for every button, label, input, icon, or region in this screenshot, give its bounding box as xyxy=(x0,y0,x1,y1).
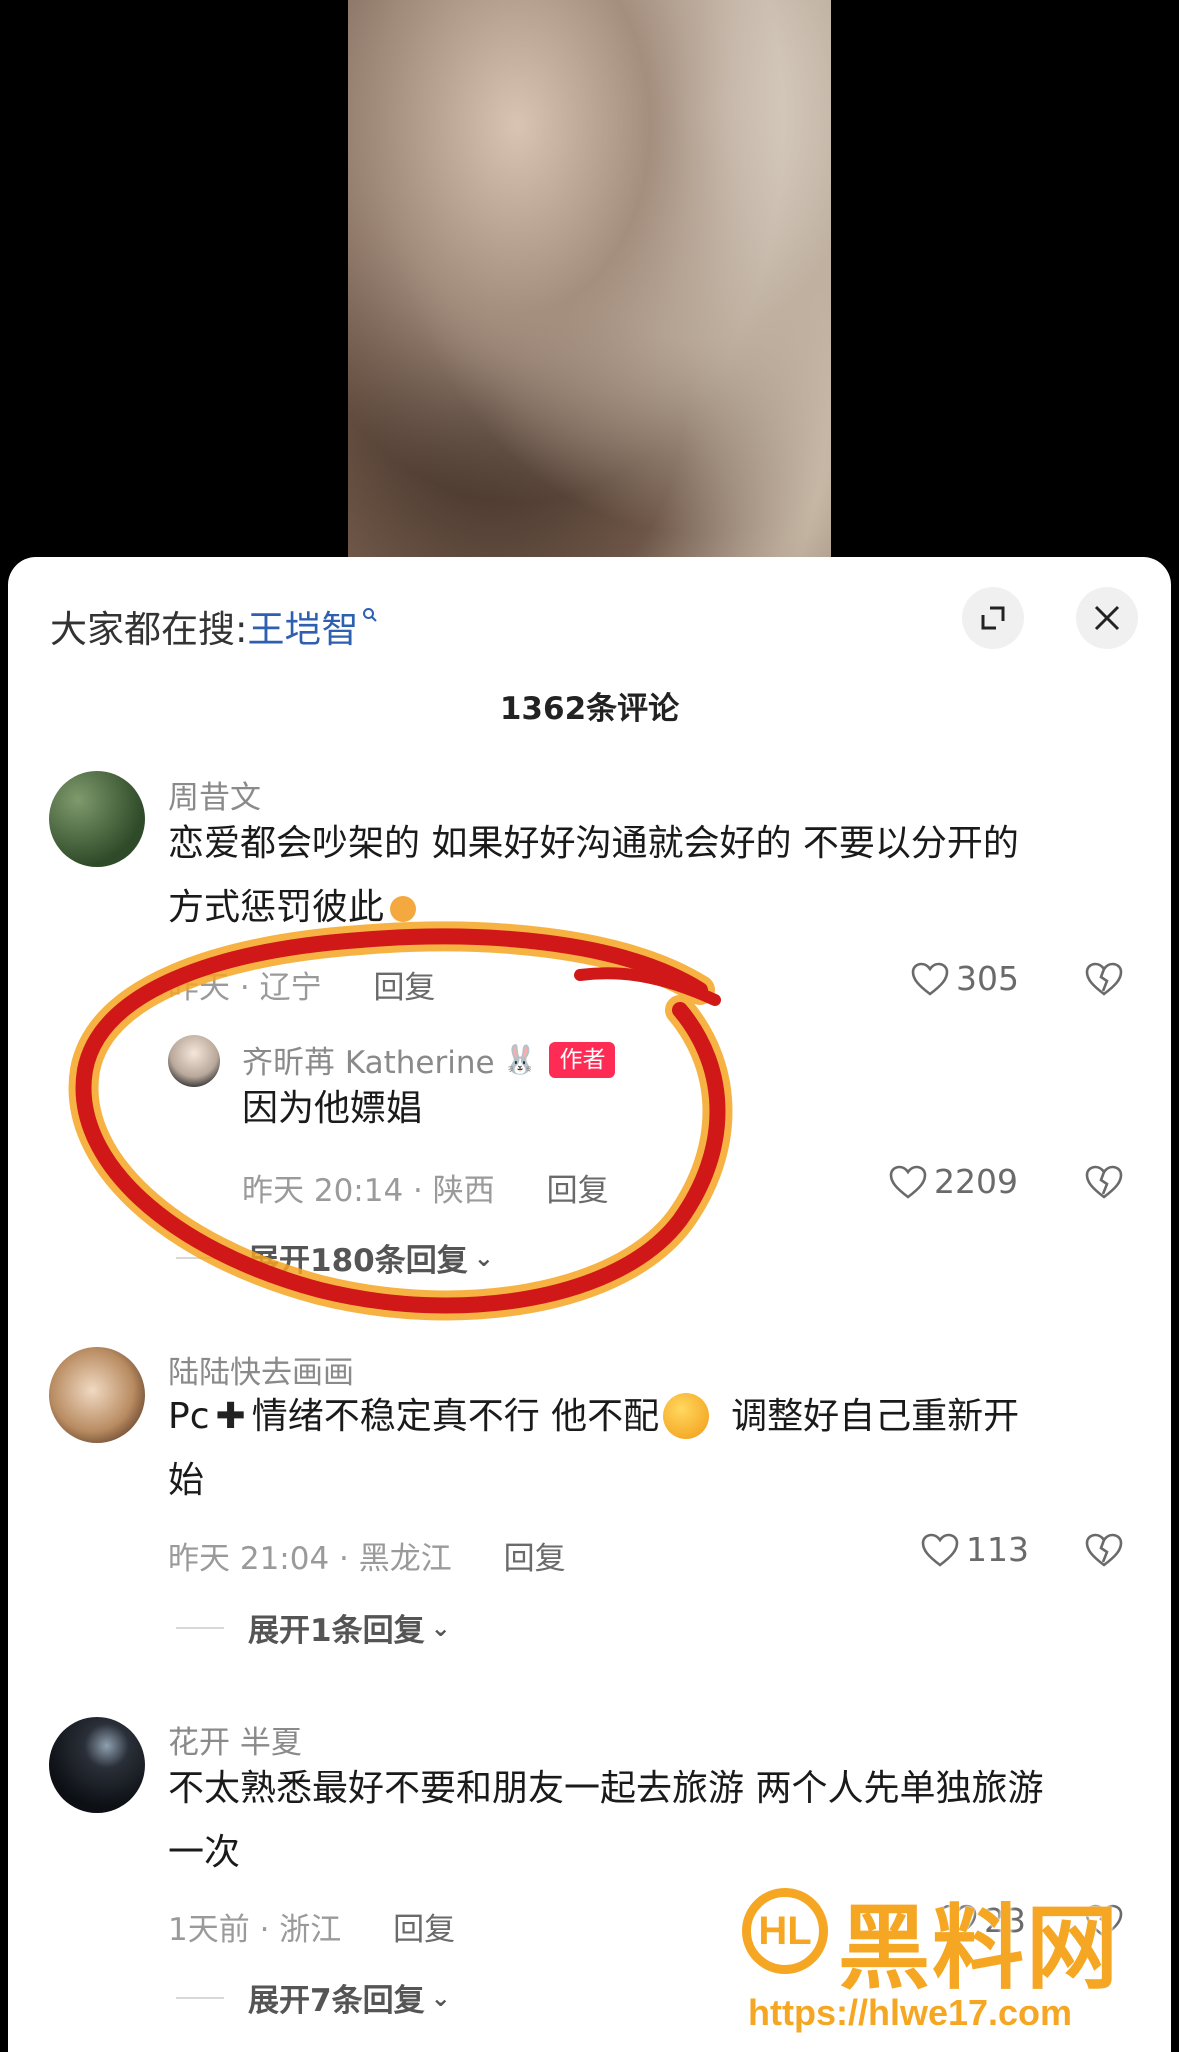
heart-outline-icon xyxy=(911,962,949,996)
comment-username[interactable]: 花开 半夏 xyxy=(168,1717,302,1762)
expand-replies-button[interactable]: 展开1条回复 ⌄ xyxy=(176,1605,451,1650)
reply-text: 因为他嫖娼 xyxy=(242,1088,423,1129)
heart-outline-icon xyxy=(921,1533,959,1567)
reply-meta: 昨天 20:14 · 陕西 回复 xyxy=(242,1173,609,1209)
fullscreen-button[interactable] xyxy=(962,587,1024,649)
pouting-face-emoji-icon xyxy=(663,1393,710,1439)
reply-button[interactable]: 回复 xyxy=(373,970,435,1006)
watermark-url: https://hlwe17.com xyxy=(748,1992,1073,2033)
comment-text-line: 始 xyxy=(168,1460,205,1501)
avatar[interactable] xyxy=(49,1717,145,1813)
hot-search-keyword[interactable]: 王垲智 xyxy=(247,599,358,653)
rabbit-emoji-icon: 🐰 xyxy=(502,1043,538,1076)
chevron-down-icon: ⌄ xyxy=(430,1983,451,2012)
author-badge: 作者 xyxy=(549,1041,616,1078)
reply-button[interactable]: 回复 xyxy=(393,1912,455,1948)
hot-search-prefix: 大家都在搜: xyxy=(50,608,248,651)
broken-heart-icon xyxy=(1085,1165,1123,1199)
comments-panel: 大家都在搜: 王垲智 1362条评论 周昔文 恋爱都会吵架的 如果好好沟通就会好… xyxy=(8,557,1171,2052)
like-count: 305 xyxy=(956,959,1019,998)
watermark-logo: HL xyxy=(742,1888,828,1974)
like-count: 2209 xyxy=(934,1162,1018,1201)
comment-text-line: Pc ✚ 情绪不稳定真不行 他不配 调整好自己重新开 xyxy=(168,1385,1019,1449)
dislike-button[interactable] xyxy=(1084,961,1124,1001)
broken-heart-icon xyxy=(1085,962,1123,996)
reply-username[interactable]: 齐昕苒 Katherine 🐰 作者 xyxy=(242,1037,616,1082)
broken-heart-icon xyxy=(1085,1533,1123,1567)
hot-search-bar[interactable]: 大家都在搜: 王垲智 xyxy=(50,599,378,653)
close-icon xyxy=(1094,605,1120,631)
dislike-button[interactable] xyxy=(1084,1532,1124,1572)
reply-button[interactable]: 回复 xyxy=(547,1173,609,1209)
watermark: HL 黑料网 https://hlwe17.com xyxy=(742,1880,1152,2040)
comment-count-title: 1362条评论 xyxy=(499,691,680,727)
heart-outline-icon xyxy=(889,1165,927,1199)
avatar[interactable] xyxy=(49,1347,145,1443)
reply-avatar[interactable] xyxy=(168,1035,220,1087)
expand-replies-button[interactable]: 展开180条回复 ⌄ xyxy=(176,1235,494,1280)
comment-text-line: 方式惩罚彼此 xyxy=(168,876,417,940)
like-button[interactable]: 305 xyxy=(910,959,1019,998)
avatar[interactable] xyxy=(49,771,145,867)
like-count: 113 xyxy=(966,1530,1029,1569)
reply-button[interactable]: 回复 xyxy=(504,1541,566,1577)
comment-text-line: 不太熟悉最好不要和朋友一起去旅游 两个人先单独旅游 xyxy=(168,1768,1044,1809)
close-button[interactable] xyxy=(1076,587,1138,649)
plus-emoji-icon: ✚ xyxy=(215,1396,246,1437)
comment-text-line: 恋爱都会吵架的 如果好好沟通就会好的 不要以分开的 xyxy=(168,823,1019,864)
dislike-button[interactable] xyxy=(1084,1164,1124,1204)
chevron-down-icon: ⌄ xyxy=(430,1613,451,1642)
comment-username[interactable]: 周昔文 xyxy=(168,772,261,817)
like-button[interactable]: 2209 xyxy=(888,1162,1018,1201)
video-player[interactable] xyxy=(0,0,1179,570)
video-frame-image xyxy=(348,0,831,570)
like-button[interactable]: 113 xyxy=(920,1530,1029,1569)
watermark-title: 黑料网 xyxy=(838,1895,1121,2002)
expand-replies-button[interactable]: 展开7条回复 ⌄ xyxy=(176,1975,451,2020)
comment-meta: 昨天 21:04 · 黑龙江 回复 xyxy=(168,1541,566,1577)
chevron-down-icon: ⌄ xyxy=(473,1243,494,1272)
expand-icon xyxy=(981,606,1005,630)
comment-meta: 1天前 · 浙江 回复 xyxy=(168,1912,456,1948)
heart-emoji-icon xyxy=(390,896,417,922)
comment-meta: 昨天 · 辽宁 回复 xyxy=(168,970,436,1006)
comment-text-line: 一次 xyxy=(168,1832,241,1873)
search-icon xyxy=(362,604,378,628)
